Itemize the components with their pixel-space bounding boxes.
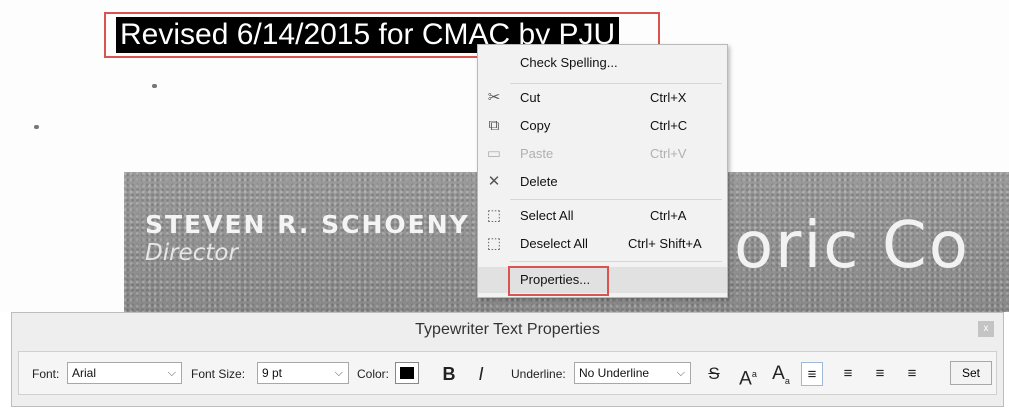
superscript-button[interactable]: Aa [735, 362, 761, 390]
menu-item-label: Cut [520, 90, 541, 105]
justify-button[interactable]: ≡ [901, 362, 923, 386]
delete-icon: ✕ [487, 173, 501, 190]
deselect-all-icon: ⬚ [486, 235, 502, 252]
menu-item-shortcut: Ctrl+A [650, 208, 687, 223]
menu-item-cut[interactable]: ✂ Cut Ctrl+X [478, 85, 727, 111]
font-label: Font: [32, 367, 60, 381]
font-size-select[interactable]: 9 pt ⌵ [257, 362, 349, 384]
typewriter-properties-panel: Typewriter Text Properties x Font: Arial… [11, 312, 1004, 407]
scissors-icon: ✂ [487, 89, 501, 106]
menu-item-label: Paste [520, 146, 554, 161]
menu-item-label: Copy [520, 118, 551, 133]
menu-separator [510, 261, 722, 262]
font-select-value: Arial [72, 366, 97, 380]
menu-item-shortcut: Ctrl+C [650, 118, 688, 133]
align-center-button[interactable]: ≡ [837, 362, 859, 386]
select-all-icon: ⬚ [486, 207, 502, 224]
menu-item-check-spelling[interactable]: Check Spelling... [478, 50, 727, 76]
scan-speck [152, 84, 157, 88]
menu-item-label: Deselect All [520, 236, 588, 251]
copy-icon: ⧉ [488, 117, 500, 134]
menu-item-deselect-all[interactable]: ⬚ Deselect All Ctrl+ Shift+A [478, 231, 727, 257]
chevron-down-icon: ⌵ [167, 367, 176, 379]
scan-speck [34, 125, 39, 129]
properties-toolbar: Font: Arial ⌵ Font Size: 9 pt ⌵ Color: B… [18, 351, 997, 395]
menu-item-shortcut: Ctrl+X [650, 90, 687, 105]
context-menu: Check Spelling... ✂ Cut Ctrl+X ⧉ Copy Ct… [477, 44, 728, 298]
align-left-button[interactable]: ≡ [801, 362, 823, 386]
color-swatch-fill [400, 367, 414, 379]
menu-item-label: Check Spelling... [520, 55, 618, 70]
italic-button[interactable]: I [471, 362, 491, 386]
underline-value: No Underline [579, 366, 650, 380]
strikethrough-button[interactable]: S [703, 362, 725, 386]
font-select[interactable]: Arial ⌵ [67, 362, 182, 384]
font-size-value: 9 pt [262, 366, 283, 380]
color-picker[interactable] [395, 362, 419, 384]
menu-item-delete[interactable]: ✕ Delete [478, 169, 727, 195]
menu-separator [510, 83, 722, 84]
chevron-down-icon: ⌵ [676, 367, 685, 379]
panel-title: Typewriter Text Properties [415, 321, 600, 338]
underline-label: Underline: [511, 367, 566, 381]
superscript-glyph: A [739, 368, 752, 390]
menu-item-select-all[interactable]: ⬚ Select All Ctrl+A [478, 203, 727, 229]
set-button[interactable]: Set [950, 361, 992, 385]
letterhead-large-text: oric [734, 209, 861, 283]
letterhead-large-text-2: Co [882, 209, 970, 283]
menu-item-shortcut: Ctrl+V [650, 146, 687, 161]
bold-button[interactable]: B [437, 362, 461, 386]
subscript-button[interactable]: Aa [767, 362, 795, 386]
letterhead-name: STEVEN R. SCHOENY [145, 210, 470, 239]
menu-item-label: Delete [520, 174, 558, 189]
menu-item-paste[interactable]: ▭ Paste Ctrl+V [478, 141, 727, 167]
color-label: Color: [357, 367, 390, 381]
align-right-button[interactable]: ≡ [869, 362, 891, 386]
font-size-label: Font Size: [191, 367, 246, 381]
paste-icon: ▭ [486, 145, 502, 162]
properties-highlight-box [508, 266, 609, 296]
chevron-down-icon: ⌵ [334, 367, 343, 379]
close-icon[interactable]: x [978, 321, 994, 337]
underline-select[interactable]: No Underline ⌵ [574, 362, 691, 384]
letterhead-title: Director [145, 240, 238, 266]
menu-item-copy[interactable]: ⧉ Copy Ctrl+C [478, 113, 727, 139]
subscript-glyph: A [772, 363, 785, 384]
menu-separator [510, 199, 722, 200]
menu-item-label: Select All [520, 208, 574, 223]
menu-item-shortcut: Ctrl+ Shift+A [628, 236, 702, 251]
